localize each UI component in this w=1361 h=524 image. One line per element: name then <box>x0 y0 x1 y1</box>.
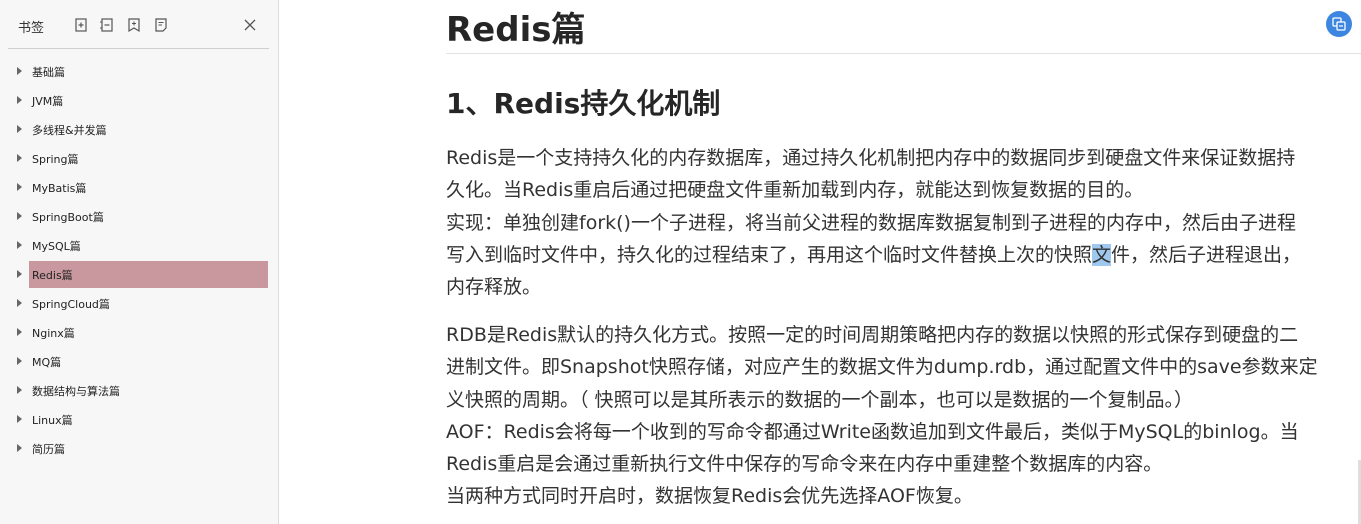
bookmark-item[interactable]: MySQL篇 <box>17 232 268 259</box>
expand-arrow-icon[interactable] <box>17 96 22 104</box>
bookmark-item-label: 简历篇 <box>32 443 65 456</box>
paragraph-line: 久化。当Redis重启后通过把硬盘文件重新加载到内存，就能达到恢复数据的目的。 <box>446 179 1144 202</box>
translate-button[interactable] <box>1326 11 1352 37</box>
bookmark-item[interactable]: Spring篇 <box>17 145 268 172</box>
expand-arrow-icon[interactable] <box>17 212 22 220</box>
document-view[interactable]: Redis篇 1、Redis持久化机制 Redis是一个支持持久化的内存数据库，… <box>280 0 1361 524</box>
paragraph-line: Redis是一个支持持久化的内存数据库，通过持久化机制把内存中的数据同步到硬盘文… <box>446 147 1296 169</box>
expand-arrow-icon[interactable] <box>17 444 22 452</box>
bookmark-item-label: JVM篇 <box>32 95 64 108</box>
bookmark-item[interactable]: 基础篇 <box>17 58 268 85</box>
collapse-all-icon[interactable] <box>99 17 115 33</box>
paragraph-line: AOF：Redis会将每一个收到的写命令都通过Write函数追加到文件最后，类似… <box>446 420 1299 443</box>
bookmark-panel: 书签 基础篇 JVM篇多线程&并发篇 Spring篇 MyBatis篇 SpringBo… <box>0 0 279 524</box>
bookmark-item[interactable]: Nginx篇 <box>17 319 268 346</box>
paragraph-line: RDB是Redis默认的持久化方式。按照一定的时间周期策略把内存的数据以快照的形… <box>446 324 1299 346</box>
bookmark-item[interactable]: MQ篇 <box>17 348 268 375</box>
expand-arrow-icon[interactable] <box>17 183 22 191</box>
expand-arrow-icon[interactable] <box>17 415 22 423</box>
bookmark-panel-divider <box>8 48 269 49</box>
close-icon[interactable] <box>242 17 258 33</box>
expand-arrow-icon[interactable] <box>17 241 22 249</box>
bookmark-list-icon[interactable] <box>153 17 169 33</box>
expand-arrow-icon[interactable] <box>17 154 22 162</box>
expand-arrow-icon[interactable] <box>17 328 22 336</box>
paragraph-line: 写入到临时文件中，持久化的过程结束了，再用这个临时文件替换上次的快照文件，然后子… <box>446 239 1301 271</box>
paragraph-line: 义快照的周期。（ 快照可以是其所表示的数据的一个副本，也可以是数据的一个复制品。… <box>446 388 1194 411</box>
bookmark-item-label: MyBatis篇 <box>32 182 87 195</box>
title-divider <box>446 53 1361 54</box>
bookmark-item[interactable]: 数据结构与算法篇 <box>17 377 268 404</box>
expand-arrow-icon[interactable] <box>17 125 22 133</box>
bookmark-item-label: 基础篇 <box>32 66 65 79</box>
bookmark-item[interactable]: Redis篇 <box>17 261 268 288</box>
bookmark-item-label: MySQL篇 <box>32 240 81 253</box>
paragraph-line: Redis重启是会通过重新执行文件中保存的写命令来在内存中重建整个数据库的内容。 <box>446 453 1163 476</box>
expand-arrow-icon[interactable] <box>17 357 22 365</box>
paragraph-line: 当两种方式同时开启时，数据恢复Redis会优先选择AOF恢复。 <box>446 485 973 508</box>
text-segment: 件，然后子进程退出， <box>1111 243 1302 266</box>
bookmark-item[interactable]: Linux篇 <box>17 406 268 433</box>
bookmark-item[interactable]: SpringCloud篇 <box>17 290 268 317</box>
document-title: Redis篇 <box>446 10 586 50</box>
bookmark-item-label: Redis篇 <box>32 269 73 282</box>
bookmark-item-label: SpringCloud篇 <box>32 298 110 311</box>
bookmark-item-label: Linux篇 <box>32 414 73 427</box>
paragraph-persistence: Redis是一个支持持久化的内存数据库，通过持久化机制把内存中的数据同步到硬盘文… <box>446 142 1301 303</box>
bookmark-item-label: Spring篇 <box>32 153 79 166</box>
section-heading: 1、Redis持久化机制 <box>446 87 721 120</box>
bookmark-item[interactable]: JVM篇 <box>17 87 268 114</box>
bookmark-item-label: Nginx篇 <box>32 327 75 340</box>
bookmark-panel-title: 书签 <box>18 21 45 36</box>
bookmark-item[interactable]: 多线程&并发篇 <box>17 116 268 143</box>
paragraph-line: 进制文件。即Snapshot快照存储，对应产生的数据文件为dump.rdb，通过… <box>446 356 1318 379</box>
expand-arrow-icon[interactable] <box>17 299 22 307</box>
bookmark-item-label: SpringBoot篇 <box>32 211 104 224</box>
paragraph-rdb-aof: RDB是Redis默认的持久化方式。按照一定的时间周期策略把内存的数据以快照的形… <box>446 319 1318 513</box>
bookmark-item-label: 多线程&并发篇 <box>32 124 107 137</box>
expand-arrow-icon[interactable] <box>17 386 22 394</box>
text-segment: 写入到临时文件中，持久化的过程结束了，再用这个临时文件替换上次的快照 <box>446 243 1093 266</box>
expand-arrow-icon[interactable] <box>17 67 22 75</box>
expand-all-icon[interactable] <box>73 17 89 33</box>
bookmark-item-label: 数据结构与算法篇 <box>32 385 120 398</box>
bookmark-item-label: MQ篇 <box>32 356 62 369</box>
bookmark-item[interactable]: MyBatis篇 <box>17 174 268 201</box>
translate-icon <box>1332 17 1346 31</box>
bookmark-item[interactable]: 简历篇 <box>17 435 268 462</box>
paragraph-line: 内存释放。 <box>446 276 542 299</box>
bookmark-item[interactable]: SpringBoot篇 <box>17 203 268 230</box>
bookmark-panel-header: 书签 <box>0 0 279 49</box>
paragraph-line: 实现：单独创建fork()一个子进程，将当前父进程的数据库数据复制到子进程的内存… <box>446 211 1296 234</box>
expand-arrow-icon[interactable] <box>17 270 22 278</box>
add-bookmark-icon[interactable] <box>126 17 142 33</box>
selected-text: 文 <box>1092 243 1112 266</box>
